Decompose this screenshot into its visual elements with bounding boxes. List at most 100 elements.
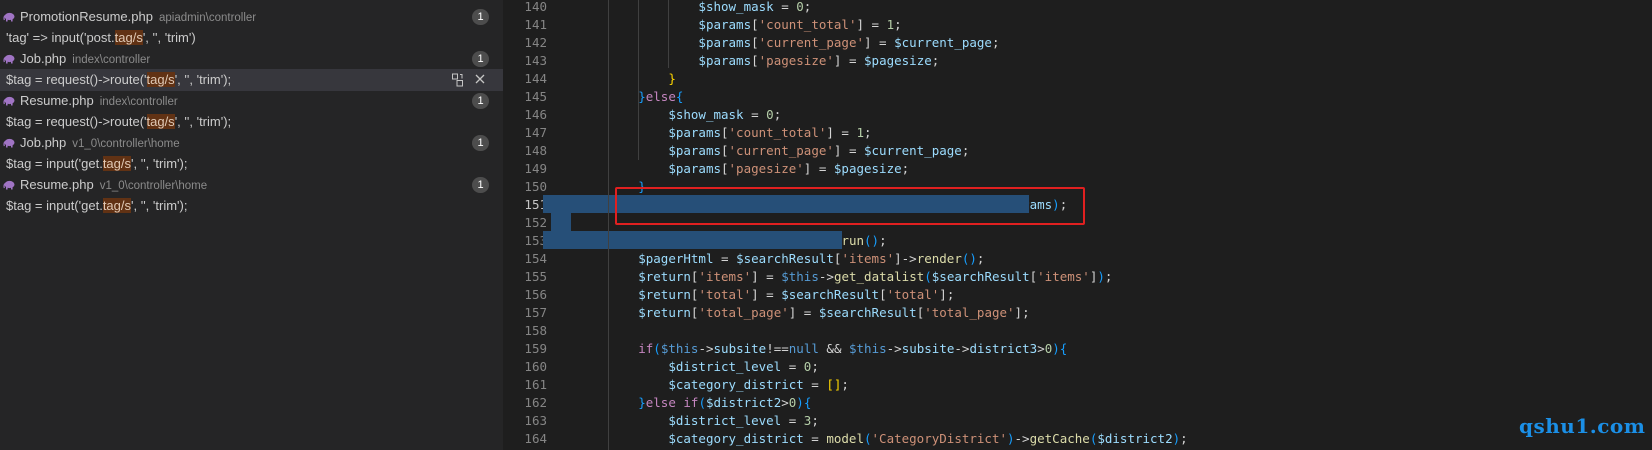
code-line[interactable]: $category_district = []; xyxy=(578,375,849,394)
code-line[interactable]: $params['pagesize'] = $pagesize; xyxy=(578,51,939,70)
code-line[interactable]: $category_district = model('CategoryDist… xyxy=(578,429,1188,448)
code-token: $params xyxy=(668,161,721,176)
code-token: else if xyxy=(645,395,699,410)
file-name-text: Job.php xyxy=(20,51,67,66)
code-token: ; xyxy=(976,251,985,266)
search-match-row[interactable]: $tag = input('get.tag/s', '', 'trim'); xyxy=(0,153,503,175)
code-token: 'items' xyxy=(1037,269,1090,284)
code-token: = xyxy=(803,431,827,446)
code-line[interactable]: $district_level = 3; xyxy=(578,411,819,430)
search-file-row[interactable]: Resume.php index\controller 1 xyxy=(0,90,503,112)
code-token: $searchResult xyxy=(781,287,880,302)
code-line[interactable]: }else if($district2>0){ xyxy=(578,393,811,412)
code-token: ] = xyxy=(751,287,782,302)
search-match-row[interactable]: $tag = request()->route('tag/s', '', 'tr… xyxy=(0,69,503,91)
match-count-badge: 1 xyxy=(472,177,489,193)
search-match-row[interactable]: $tag = input('get.tag/s', '', 'trim'); xyxy=(0,195,503,217)
code-line[interactable]: $params['count_total'] = 1; xyxy=(578,123,871,142)
line-number: 156 xyxy=(524,287,547,302)
code-token: $pagesize xyxy=(833,161,902,176)
match-after-text: ', '', 'trim'); xyxy=(131,156,188,171)
code-token: 'current_page' xyxy=(758,35,864,50)
code-token: = xyxy=(773,0,797,14)
line-number: 164 xyxy=(524,431,547,446)
code-token: 'pagesize' xyxy=(758,53,834,68)
code-line[interactable]: $params['pagesize'] = $pagesize; xyxy=(578,159,909,178)
match-before-text: 'tag' => input('post. xyxy=(6,30,115,45)
match-count-badge: 1 xyxy=(472,9,489,25)
php-elephant-icon xyxy=(3,54,15,64)
match-after-text: ', '', 'trim'); xyxy=(174,72,232,87)
search-file-row[interactable]: PromotionResume.php apiadmin\controller 1 xyxy=(0,6,503,28)
code-token: ; xyxy=(1180,431,1188,446)
code-line[interactable]: $return['total'] = $searchResult['total'… xyxy=(578,285,954,304)
code-line[interactable]: $params['count_total'] = 1; xyxy=(578,15,901,34)
search-match-text: 'tag' => input('post.tag/s', '', 'trim') xyxy=(6,30,196,45)
search-file-row[interactable]: Resume.php v1_0\controller\home 1 xyxy=(0,174,503,196)
code-token: [ xyxy=(721,161,729,176)
code-token: = xyxy=(803,377,827,392)
search-file-name: Job.php index\controller xyxy=(20,51,150,66)
code-token: ]-> xyxy=(894,251,917,266)
match-highlight: tag/s xyxy=(114,30,143,45)
code-token: $params xyxy=(698,17,752,32)
close-icon[interactable] xyxy=(474,73,486,85)
indent-guide xyxy=(608,0,609,450)
code-line[interactable]: $params['current_page'] = $current_page; xyxy=(578,141,969,160)
code-line[interactable]: $return['items'] = $this->get_datalist($… xyxy=(578,267,1112,286)
code-line[interactable]: }else{ xyxy=(578,87,683,106)
match-count-badge: 1 xyxy=(472,93,489,109)
code-token: ; xyxy=(803,0,812,14)
code-token: $params xyxy=(698,35,752,50)
line-number: 158 xyxy=(524,323,547,338)
code-line[interactable]: if($this->subsite!==null && $this->subsi… xyxy=(578,339,1067,358)
code-line[interactable]: } xyxy=(578,69,676,88)
code-token: ; xyxy=(879,233,887,248)
code-token: ; xyxy=(931,53,940,68)
replace-icon[interactable] xyxy=(451,73,464,87)
code-line[interactable]: $pagerHtml = $searchResult['items']->ren… xyxy=(578,249,984,268)
line-number: 150 xyxy=(524,179,547,194)
code-line[interactable]: $params['current_page'] = $current_page; xyxy=(578,33,999,52)
file-name-text: Resume.php xyxy=(20,177,94,192)
code-token: -> xyxy=(886,341,902,356)
code-token: = xyxy=(713,251,737,266)
code-token: subsite xyxy=(713,341,767,356)
code-editor[interactable]: 140 141 142 143 144 145 146 147 148 149 150 151 152 1… xyxy=(503,0,1652,450)
code-token: 0 xyxy=(796,0,804,14)
line-number: 154 xyxy=(524,251,547,266)
code-token: () xyxy=(961,251,977,266)
match-count-badge: 1 xyxy=(472,51,489,67)
line-number: 157 xyxy=(524,305,547,320)
code-token: $current_page xyxy=(894,35,992,50)
code-token: null xyxy=(788,341,819,356)
selection-line-152 xyxy=(551,213,571,231)
code-token: ] = xyxy=(856,17,887,32)
code-line[interactable]: $return['total_page'] = $searchResult['t… xyxy=(578,303,1029,322)
file-path-text: apiadmin\controller xyxy=(158,12,257,24)
code-token: [ xyxy=(751,17,759,32)
match-count-badge: 1 xyxy=(472,135,489,151)
search-file-row[interactable]: Job.php index\controller 1 xyxy=(0,48,503,70)
code-token: = xyxy=(781,359,804,374)
code-token: { xyxy=(1059,341,1068,356)
annotation-highlight-box xyxy=(615,187,1085,225)
selection-line-153 xyxy=(543,231,842,249)
code-token: if xyxy=(638,341,654,356)
line-number: 161 xyxy=(524,377,547,392)
code-token: ( xyxy=(698,395,706,410)
code-token: 'CategoryDistrict' xyxy=(871,431,1007,446)
code-token: run xyxy=(841,233,865,248)
search-file-row[interactable]: Job.php v1_0\controller\home 1 xyxy=(0,132,503,154)
code-token: 'total' xyxy=(886,287,940,302)
search-match-row[interactable]: $tag = request()->route('tag/s', '', 'tr… xyxy=(0,111,503,133)
line-number: 142 xyxy=(524,35,547,50)
code-line[interactable]: $show_mask = 0; xyxy=(578,0,811,16)
code-token: $district_level xyxy=(668,359,782,374)
match-highlight: tag/s xyxy=(146,72,175,87)
line-number: 141 xyxy=(524,17,547,32)
code-line[interactable]: $district_level = 0; xyxy=(578,357,819,376)
code-token: 'count_total' xyxy=(758,17,857,32)
search-match-row[interactable]: 'tag' => input('post.tag/s', '', 'trim') xyxy=(0,27,503,49)
